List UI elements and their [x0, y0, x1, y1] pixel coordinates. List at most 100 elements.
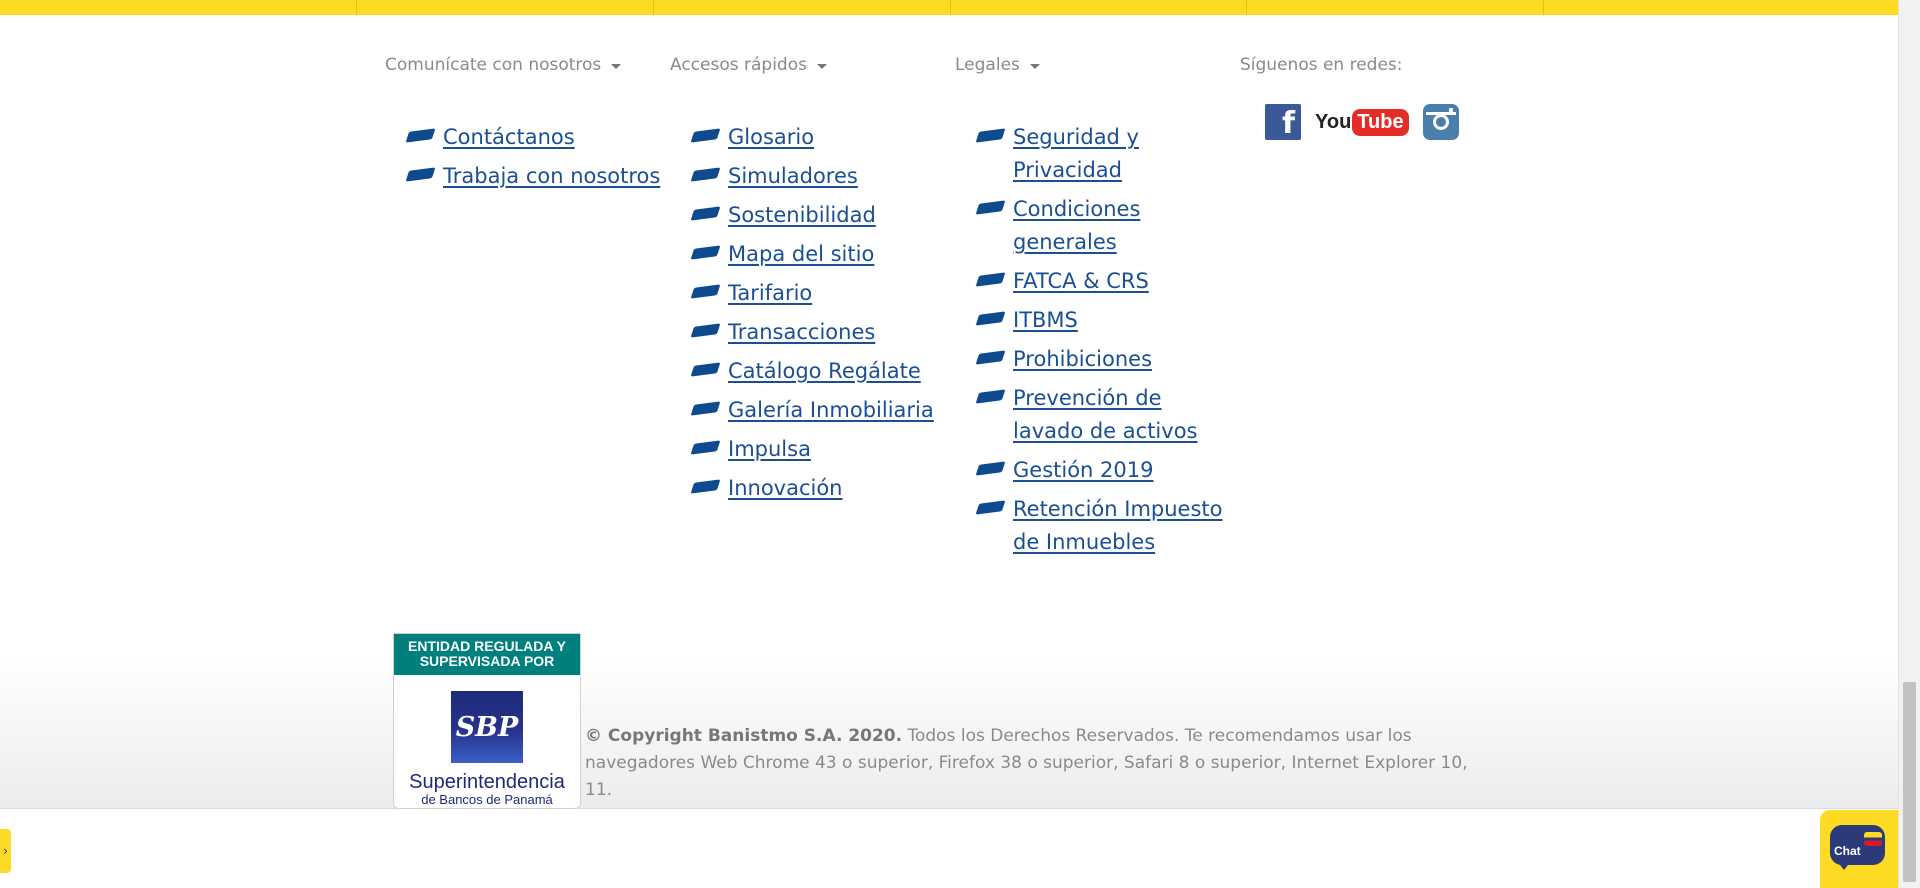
- side-expand-tab[interactable]: ›: [0, 829, 11, 873]
- sbp-emblem: SBP: [451, 691, 523, 763]
- quick-access-link[interactable]: Mapa del sitio: [728, 242, 874, 266]
- scrollbar-thumb[interactable]: [1903, 682, 1916, 882]
- bullet-icon: [690, 401, 721, 416]
- chat-button[interactable]: Chat: [1820, 810, 1898, 888]
- legal-link[interactable]: Prohibiciones: [1013, 347, 1152, 371]
- social-icons: f You Tube: [1265, 104, 1459, 140]
- bullet-icon: [975, 128, 1006, 143]
- chat-flag-icon: [1864, 832, 1882, 846]
- contact-item: Trabaja con nosotros: [405, 160, 660, 193]
- legal-item: FATCA & CRS: [975, 265, 1236, 298]
- quick-access-item: Tarifario: [690, 277, 934, 310]
- legal-link[interactable]: Retención Impuesto de Inmuebles: [1013, 497, 1222, 554]
- top-bar-divider: [356, 0, 357, 15]
- youtube-icon[interactable]: You Tube: [1315, 104, 1409, 140]
- bullet-icon: [690, 440, 721, 455]
- chevron-right-icon: ›: [3, 844, 8, 858]
- quick-access-link[interactable]: Innovación: [728, 476, 843, 500]
- quick-access-item: Innovación: [690, 472, 934, 505]
- bullet-icon: [975, 461, 1006, 476]
- legal-link[interactable]: Seguridad y Privacidad: [1013, 125, 1139, 182]
- bullet-icon: [975, 350, 1006, 365]
- legal-link[interactable]: Condiciones generales: [1013, 197, 1140, 254]
- bullet-icon: [690, 479, 721, 494]
- caret-down-icon: [611, 63, 622, 69]
- bullet-icon: [975, 311, 1006, 326]
- copyright-owner: © Copyright Banistmo S.A. 2020.: [585, 726, 903, 746]
- quick-access-link[interactable]: Transacciones: [728, 320, 875, 344]
- instagram-icon[interactable]: [1422, 104, 1459, 140]
- quick-access-link-list: Glosario Simuladores Sostenibilidad Mapa de…: [690, 121, 934, 511]
- quick-access-link[interactable]: Simuladores: [728, 164, 858, 188]
- legal-item: Gestión 2019: [975, 454, 1236, 487]
- contact-section-heading: Comunícate con nosotros: [385, 55, 602, 75]
- quick-access-item: Glosario: [690, 121, 934, 154]
- legal-item: ITBMS: [975, 304, 1236, 337]
- page-scrollbar[interactable]: [1898, 0, 1920, 888]
- footer-bottom-strip: [0, 808, 1898, 888]
- sbp-subname: de Bancos de Panamá: [421, 792, 553, 807]
- top-bar-divider: [1543, 0, 1544, 15]
- legal-item: Seguridad y Privacidad: [975, 121, 1236, 187]
- bullet-icon: [690, 284, 721, 299]
- top-bar-divider: [950, 0, 951, 15]
- contact-link[interactable]: Trabaja con nosotros: [443, 164, 660, 188]
- quick-access-section-heading: Accesos rápidos: [670, 55, 807, 75]
- bullet-icon: [690, 167, 721, 182]
- top-yellow-bar: [0, 0, 1898, 15]
- facebook-glyph: f: [1281, 106, 1295, 140]
- contact-item: Contáctanos: [405, 121, 660, 154]
- bullet-icon: [975, 389, 1006, 404]
- copyright-notice: © Copyright Banistmo S.A. 2020. Todos lo…: [585, 723, 1485, 804]
- bullet-icon: [690, 362, 721, 377]
- instagram-dot: [1448, 108, 1453, 112]
- quick-access-item: Mapa del sitio: [690, 238, 934, 271]
- bullet-icon: [405, 167, 436, 182]
- sbp-regulator-badge[interactable]: ENTIDAD REGULADA Y SUPERVISADA POR SBP S…: [393, 633, 581, 809]
- contact-link-list: Contáctanos Trabaja con nosotros: [405, 121, 660, 199]
- bullet-icon: [690, 323, 721, 338]
- quick-access-link[interactable]: Impulsa: [728, 437, 811, 461]
- quick-access-item: Impulsa: [690, 433, 934, 466]
- chat-label: Chat: [1834, 844, 1861, 858]
- quick-access-section-toggle[interactable]: Accesos rápidos: [670, 55, 827, 75]
- sbp-badge-header: ENTIDAD REGULADA Y SUPERVISADA POR: [394, 634, 580, 675]
- chat-bubble-tail: [1836, 860, 1852, 870]
- legal-section-heading: Legales: [955, 55, 1020, 75]
- bullet-icon: [975, 272, 1006, 287]
- legal-item: Condiciones generales: [975, 193, 1236, 259]
- quick-access-link[interactable]: Tarifario: [728, 281, 812, 305]
- quick-access-link[interactable]: Catálogo Regálate: [728, 359, 921, 383]
- youtube-tube-text: Tube: [1352, 108, 1409, 136]
- quick-access-link[interactable]: Sostenibilidad: [728, 203, 876, 227]
- bullet-icon: [405, 128, 436, 143]
- legal-link[interactable]: Prevención de lavado de activos: [1013, 386, 1197, 443]
- quick-access-item: Sostenibilidad: [690, 199, 934, 232]
- youtube-you-text: You: [1315, 110, 1352, 133]
- quick-access-link[interactable]: Glosario: [728, 125, 814, 149]
- legal-link[interactable]: ITBMS: [1013, 308, 1078, 332]
- bullet-icon: [690, 206, 721, 221]
- legal-item: Prevención de lavado de activos: [975, 382, 1236, 448]
- legal-section-toggle[interactable]: Legales: [955, 55, 1040, 75]
- instagram-lens: [1432, 114, 1449, 130]
- legal-link[interactable]: Gestión 2019: [1013, 458, 1153, 482]
- social-heading: Síguenos en redes:: [1240, 55, 1403, 75]
- top-bar-divider: [1246, 0, 1247, 15]
- top-bar-divider: [653, 0, 654, 15]
- sbp-name: Superintendencia: [409, 771, 565, 793]
- quick-access-item: Catálogo Regálate: [690, 355, 934, 388]
- bullet-icon: [690, 245, 721, 260]
- contact-link[interactable]: Contáctanos: [443, 125, 575, 149]
- facebook-icon[interactable]: f: [1265, 104, 1301, 140]
- legal-link-list: Seguridad y Privacidad Condiciones genera…: [975, 121, 1236, 565]
- bullet-icon: [975, 200, 1006, 215]
- caret-down-icon: [1029, 63, 1040, 69]
- legal-link[interactable]: FATCA & CRS: [1013, 269, 1149, 293]
- contact-section-toggle[interactable]: Comunícate con nosotros: [385, 55, 622, 75]
- bullet-icon: [975, 500, 1006, 515]
- quick-access-link[interactable]: Galería Inmobiliaria: [728, 398, 934, 422]
- quick-access-item: Simuladores: [690, 160, 934, 193]
- quick-access-item: Transacciones: [690, 316, 934, 349]
- quick-access-item: Galería Inmobiliaria: [690, 394, 934, 427]
